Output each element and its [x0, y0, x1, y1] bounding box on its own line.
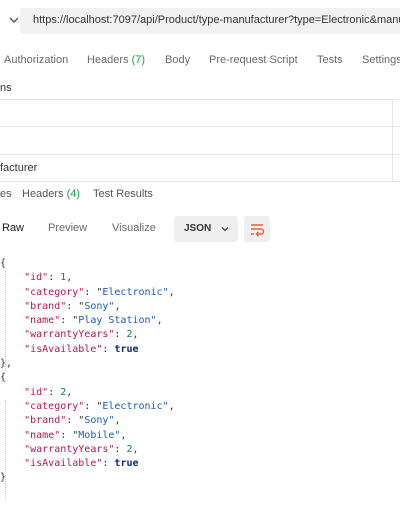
tab-settings[interactable]: Settings — [362, 54, 400, 66]
view-tab-raw[interactable]: Raw — [2, 222, 24, 234]
tab-label: Settings — [362, 54, 400, 66]
tab-tests[interactable]: Tests — [317, 54, 343, 66]
code-line: "warrantyYears": 2, — [24, 443, 139, 455]
param-row[interactable]: facturer — [0, 154, 400, 182]
format-select[interactable]: JSON — [174, 216, 238, 242]
tab-body-response[interactable]: es — [0, 188, 12, 200]
tab-label: es — [0, 188, 12, 200]
tab-test-results[interactable]: Test Results — [93, 188, 153, 200]
grid-divider — [0, 181, 400, 182]
wrap-lines-icon — [244, 224, 270, 245]
view-toolbar: Raw Preview Visualize JSON — [0, 214, 400, 244]
param-key[interactable]: facturer — [0, 162, 37, 174]
json-value: true — [114, 458, 139, 470]
tab-label: Authorization — [4, 54, 69, 66]
json-value: Sony — [84, 300, 109, 312]
code-line: "isAvailable": true — [24, 458, 139, 470]
json-value: Electronic — [102, 400, 163, 412]
tab-authorization[interactable]: Authorization — [4, 54, 68, 66]
tab-label: Tests — [317, 54, 343, 66]
tab-count: (4) — [66, 188, 81, 200]
param-row[interactable] — [0, 126, 400, 154]
code-line: "brand": "Sony", — [24, 300, 121, 312]
json-value: Electronic — [102, 286, 163, 298]
tab-label: Test Results — [93, 188, 153, 200]
params-section-title: ns — [0, 82, 12, 94]
code-line: "category": "Electronic", — [24, 286, 175, 298]
tab-headers[interactable]: Headers (7) — [87, 54, 145, 66]
request-tabs: Authorization Headers (7) Body Pre-reque… — [0, 44, 400, 74]
code-line: { — [0, 372, 7, 384]
format-select-value: JSON — [184, 223, 212, 234]
tab-label: Pre-request Script — [209, 54, 298, 66]
code-line: "id": 2, — [24, 386, 73, 398]
code-line: "name": "Play Station", — [24, 315, 163, 327]
code-line: "id": 1, — [24, 272, 73, 284]
chevron-down-icon[interactable] — [8, 14, 20, 26]
json-value: Sony — [84, 415, 109, 427]
tab-body[interactable]: Body — [165, 54, 190, 66]
code-line: "brand": "Sony", — [24, 415, 121, 427]
chevron-down-icon — [220, 224, 230, 234]
code-line: } — [0, 472, 7, 484]
json-value: Mobile — [78, 429, 115, 441]
tab-label: Body — [165, 54, 191, 66]
param-row[interactable] — [0, 99, 400, 127]
code-line: "isAvailable": true — [24, 343, 139, 355]
code-line: "name": "Mobile", — [24, 429, 127, 441]
tab-label: Headers — [22, 188, 64, 200]
url-text[interactable]: https://localhost:7097/api/Product/type-… — [33, 14, 400, 26]
code-line: }, — [0, 358, 13, 370]
grid-column-divider — [392, 99, 393, 181]
tab-pre-request-script[interactable]: Pre-request Script — [209, 54, 298, 66]
tab-count: (7) — [131, 54, 146, 66]
code-line: { — [0, 258, 7, 269]
view-tab-visualize[interactable]: Visualize — [112, 222, 156, 234]
code-line: "warrantyYears": 2, — [24, 329, 139, 341]
tab-response-headers[interactable]: Headers (4) — [22, 188, 80, 200]
json-value: Play Station — [78, 315, 151, 327]
response-body[interactable]: { "id": 1, "category": "Electronic", "br… — [0, 257, 400, 500]
json-value: true — [114, 343, 139, 355]
view-tab-preview[interactable]: Preview — [48, 222, 87, 234]
tab-label: Headers — [87, 54, 129, 66]
wrap-lines-button[interactable] — [244, 216, 270, 242]
code-line: "category": "Electronic", — [24, 400, 175, 412]
url-row: https://localhost:7097/api/Product/type-… — [0, 0, 400, 42]
response-tabs: es Headers (4) Test Results — [0, 186, 400, 206]
